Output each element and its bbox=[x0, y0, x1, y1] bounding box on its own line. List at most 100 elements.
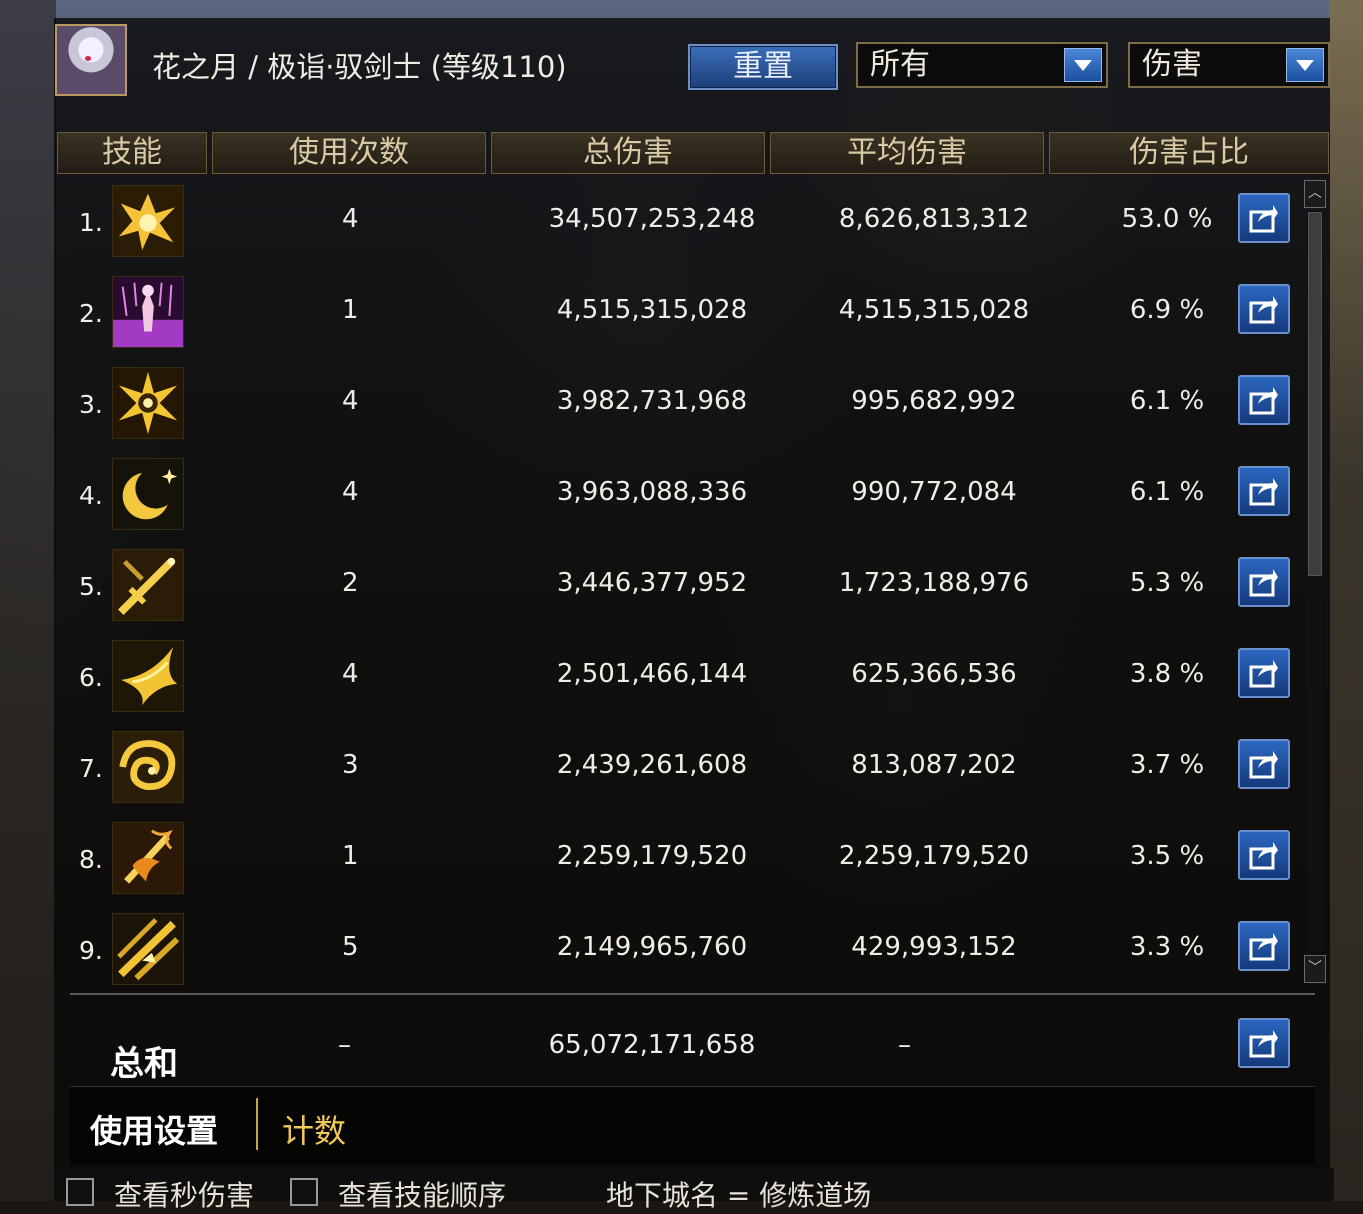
table-row: 3. 4 3,982,731,968 995,682,992 6.1 % bbox=[57, 356, 1297, 447]
check-second-damage-label: 查看秒伤害 bbox=[114, 1179, 255, 1212]
rank-label: 2. bbox=[79, 299, 103, 328]
export-button[interactable] bbox=[1238, 557, 1290, 607]
metric-dropdown-value: 伤害 bbox=[1142, 47, 1202, 82]
total-average: – bbox=[898, 1030, 911, 1060]
total-damage-cell: 34,507,253,248 bbox=[548, 204, 756, 234]
metric-dropdown[interactable]: 伤害 bbox=[1128, 42, 1330, 88]
uses-cell: 1 bbox=[342, 295, 359, 325]
average-damage-cell: 990,772,084 bbox=[851, 477, 1017, 507]
reset-button[interactable]: 重置 bbox=[688, 44, 838, 90]
scrollbar-thumb[interactable] bbox=[1308, 212, 1322, 576]
golden-swirl-icon bbox=[112, 731, 184, 803]
export-button[interactable] bbox=[1238, 830, 1290, 880]
rank-label: 8. bbox=[79, 845, 103, 874]
total-damage-cell: 3,963,088,336 bbox=[556, 477, 748, 507]
export-button[interactable] bbox=[1238, 193, 1290, 243]
column-header-skill[interactable]: 技能 bbox=[57, 132, 207, 174]
share-icon bbox=[1249, 842, 1278, 870]
table-row: 8. 1 2,259,179,520 2,259,179,520 3.5 % bbox=[57, 811, 1297, 902]
tab-usage-settings[interactable]: 使用设置 bbox=[90, 1106, 218, 1152]
scroll-down-button[interactable]: ﹀ bbox=[1304, 955, 1326, 983]
tab-count[interactable]: 计数 bbox=[282, 1106, 346, 1152]
total-label: 总和 bbox=[110, 1044, 178, 1084]
crossed-swords-icon bbox=[112, 549, 184, 621]
export-button[interactable] bbox=[1238, 284, 1290, 334]
filter-dropdown[interactable]: 所有 bbox=[856, 42, 1108, 88]
export-button[interactable] bbox=[1238, 466, 1290, 516]
total-damage: 65,072,171,658 bbox=[548, 1030, 756, 1060]
uses-cell: 1 bbox=[342, 841, 359, 871]
character-avatar bbox=[55, 24, 127, 96]
total-uses: – bbox=[338, 1030, 351, 1060]
divider bbox=[70, 993, 1315, 995]
damage-share-cell: 5.3 % bbox=[1129, 568, 1205, 598]
golden-burst-icon bbox=[112, 185, 184, 257]
damage-share-cell: 53.0 % bbox=[1121, 204, 1213, 234]
average-damage-cell: 1,723,188,976 bbox=[838, 568, 1030, 598]
rank-label: 3. bbox=[79, 390, 103, 419]
rank-label: 6. bbox=[79, 663, 103, 692]
damage-share-cell: 3.8 % bbox=[1129, 659, 1205, 689]
share-icon bbox=[1249, 387, 1278, 415]
radiant-sword-star-icon bbox=[112, 367, 184, 439]
column-header-total-damage[interactable]: 总伤害 bbox=[491, 132, 765, 174]
average-damage-cell: 8,626,813,312 bbox=[838, 204, 1030, 234]
total-damage-cell: 4,515,315,028 bbox=[556, 295, 748, 325]
column-header-damage-share[interactable]: 伤害占比 bbox=[1049, 132, 1329, 174]
uses-cell: 4 bbox=[342, 386, 359, 416]
total-damage-cell: 2,259,179,520 bbox=[556, 841, 748, 871]
average-damage-cell: 995,682,992 bbox=[851, 386, 1017, 416]
export-button[interactable] bbox=[1238, 375, 1290, 425]
total-damage-cell: 2,149,965,760 bbox=[556, 932, 748, 962]
scroll-up-button[interactable]: ︿ bbox=[1304, 180, 1326, 208]
share-icon bbox=[1249, 1030, 1278, 1058]
export-button[interactable] bbox=[1238, 921, 1290, 971]
share-icon bbox=[1249, 751, 1278, 779]
table-header: 技能 使用次数 总伤害 平均伤害 伤害占比 bbox=[57, 132, 1329, 174]
checkbox-skill-order[interactable] bbox=[290, 1178, 318, 1206]
damage-share-cell: 6.1 % bbox=[1129, 386, 1205, 416]
export-button[interactable] bbox=[1238, 648, 1290, 698]
share-icon bbox=[1249, 660, 1278, 688]
flame-sword-icon bbox=[112, 822, 184, 894]
column-header-average-damage[interactable]: 平均伤害 bbox=[770, 132, 1044, 174]
damage-share-cell: 6.1 % bbox=[1129, 477, 1205, 507]
tab-separator bbox=[256, 1098, 258, 1150]
damage-share-cell: 3.7 % bbox=[1129, 750, 1205, 780]
total-damage-cell: 3,982,731,968 bbox=[556, 386, 748, 416]
share-icon bbox=[1249, 205, 1278, 233]
column-header-uses[interactable]: 使用次数 bbox=[212, 132, 486, 174]
table-row: 7. 3 2,439,261,608 813,087,202 3.7 % bbox=[57, 720, 1297, 811]
rank-label: 7. bbox=[79, 754, 103, 783]
average-damage-cell: 4,515,315,028 bbox=[838, 295, 1030, 325]
table-row: 2. 1 4,515,315,028 4,515,315,028 6.9 % bbox=[57, 265, 1297, 356]
rank-label: 5. bbox=[79, 572, 103, 601]
triple-slash-icon bbox=[112, 913, 184, 985]
total-damage-cell: 3,446,377,952 bbox=[556, 568, 748, 598]
chevron-down-icon[interactable] bbox=[1064, 48, 1102, 82]
filter-dropdown-value: 所有 bbox=[870, 47, 930, 82]
chevron-down-icon[interactable] bbox=[1286, 48, 1324, 82]
avatar-eye bbox=[85, 56, 91, 61]
uses-cell: 3 bbox=[342, 750, 359, 780]
average-damage-cell: 429,993,152 bbox=[851, 932, 1017, 962]
rank-label: 9. bbox=[79, 936, 103, 965]
export-total-button[interactable] bbox=[1238, 1018, 1290, 1068]
share-icon bbox=[1249, 569, 1278, 597]
checkbox-second-damage[interactable] bbox=[66, 1178, 94, 1206]
share-icon bbox=[1249, 478, 1278, 506]
table-row: 1. 4 34,507,253,248 8,626,813,312 53.0 % bbox=[57, 174, 1297, 265]
average-damage-cell: 813,087,202 bbox=[851, 750, 1017, 780]
total-damage-cell: 2,501,466,144 bbox=[556, 659, 748, 689]
damage-share-cell: 3.3 % bbox=[1129, 932, 1205, 962]
uses-cell: 4 bbox=[342, 477, 359, 507]
crescent-moon-icon bbox=[112, 458, 184, 530]
uses-cell: 4 bbox=[342, 659, 359, 689]
share-icon bbox=[1249, 933, 1278, 961]
character-title: 花之月 / 极诣·驭剑士 (等级110) bbox=[152, 50, 567, 84]
dungeon-name-label: 地下城名 = 修炼道场 bbox=[606, 1179, 872, 1212]
uses-cell: 2 bbox=[342, 568, 359, 598]
average-damage-cell: 625,366,536 bbox=[851, 659, 1017, 689]
damage-share-cell: 6.9 % bbox=[1129, 295, 1205, 325]
export-button[interactable] bbox=[1238, 739, 1290, 789]
